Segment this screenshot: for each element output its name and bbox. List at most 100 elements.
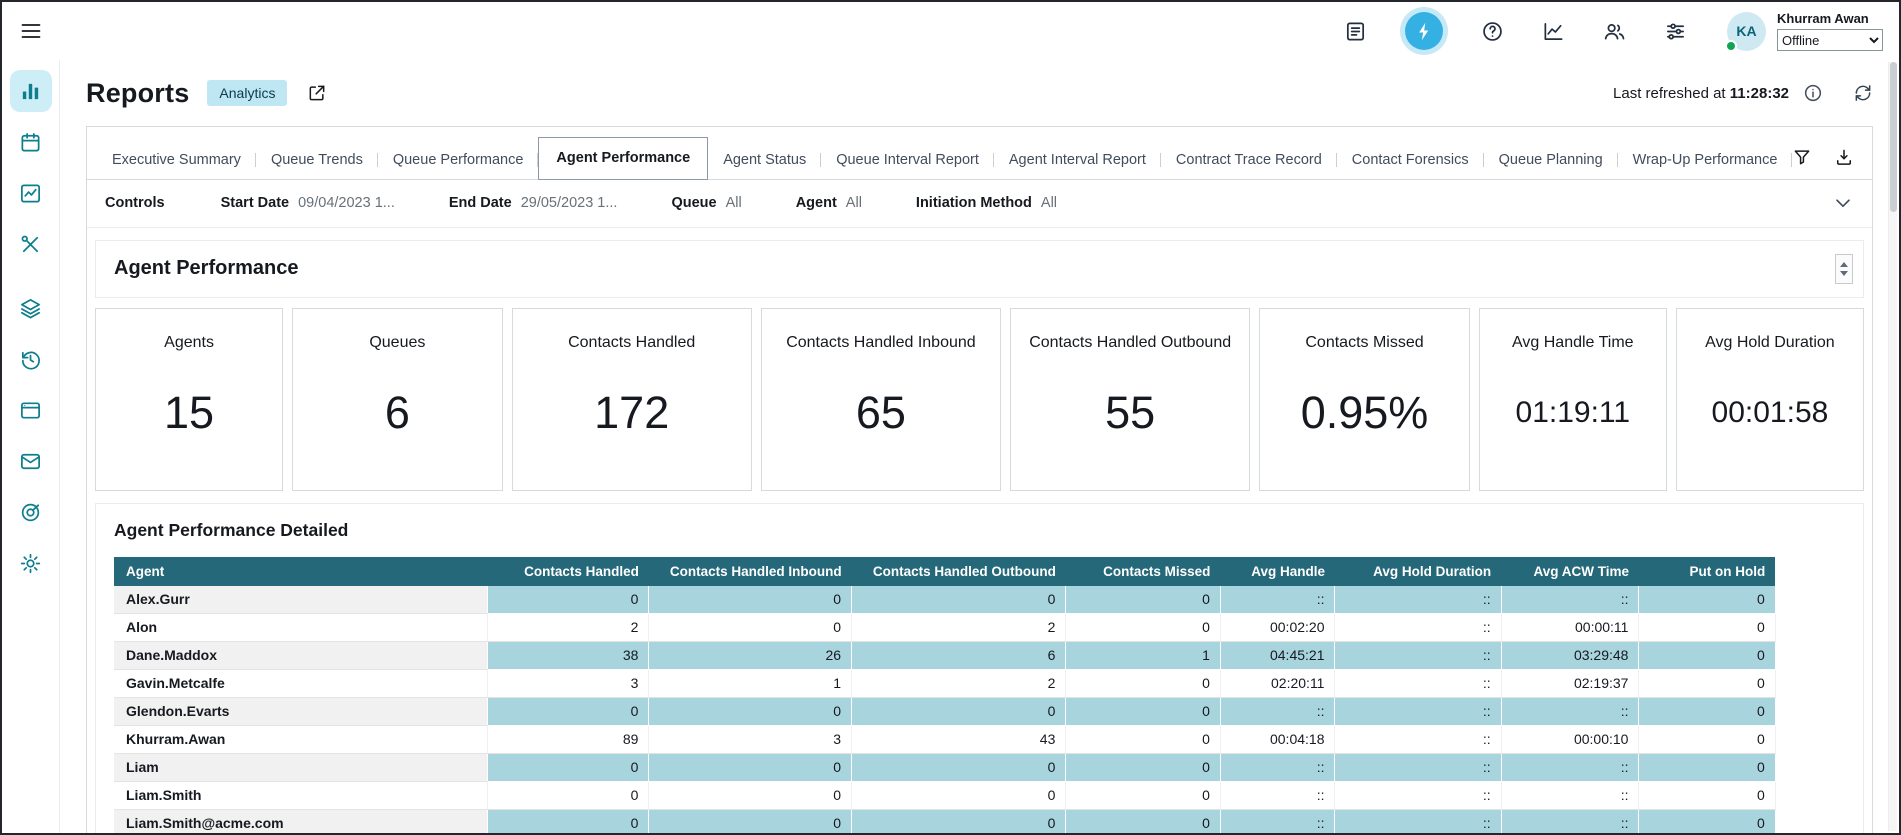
stepper-down-icon[interactable] xyxy=(1840,271,1848,276)
value-cell: 02:20:11 xyxy=(1220,669,1335,697)
value-cell: :: xyxy=(1335,669,1501,697)
sidebar-item-history[interactable] xyxy=(10,338,52,380)
value-cell: 0 xyxy=(488,697,649,725)
stepper-up-icon[interactable] xyxy=(1840,262,1848,267)
tab-queue-planning[interactable]: Queue Planning xyxy=(1484,142,1618,179)
agent-name-cell: Glendon.Evarts xyxy=(114,697,488,725)
info-icon[interactable] xyxy=(1803,83,1823,103)
kpi-card-contacts-missed: Contacts Missed0.95% xyxy=(1259,308,1469,491)
col-header-avg-handle[interactable]: Avg Handle xyxy=(1220,557,1335,586)
value-cell: 0 xyxy=(852,697,1066,725)
scrollbar-thumb[interactable] xyxy=(1890,62,1897,212)
value-cell: :: xyxy=(1220,586,1335,614)
tasklist-icon[interactable] xyxy=(1344,20,1367,43)
filter-agent[interactable]: AgentAll xyxy=(796,195,862,211)
agent-name-cell: Liam xyxy=(114,753,488,781)
filter-initiation-method[interactable]: Initiation MethodAll xyxy=(916,195,1057,211)
hamburger-menu-icon[interactable] xyxy=(16,16,46,46)
value-cell: :: xyxy=(1220,697,1335,725)
kpi-value: 55 xyxy=(1105,352,1155,490)
col-header-avg-acw-time[interactable]: Avg ACW Time xyxy=(1501,557,1639,586)
value-cell: 2 xyxy=(852,669,1066,697)
filter-label: Start Date xyxy=(221,195,290,211)
value-cell: 02:19:37 xyxy=(1501,669,1639,697)
col-header-avg-hold-duration[interactable]: Avg Hold Duration xyxy=(1335,557,1501,586)
value-cell: :: xyxy=(1335,753,1501,781)
value-cell: 0 xyxy=(1639,586,1775,614)
tab-agent-interval-report[interactable]: Agent Interval Report xyxy=(994,142,1161,179)
sidebar-item-bar-chart[interactable] xyxy=(10,70,52,112)
sidebar-item-mail[interactable] xyxy=(10,440,52,482)
tab-wrap-up-performance[interactable]: Wrap-Up Performance xyxy=(1618,142,1793,179)
kpi-label: Contacts Handled xyxy=(568,334,695,352)
topbar-right: KA Khurram Awan Offline xyxy=(1344,11,1883,51)
chevron-down-icon[interactable] xyxy=(1832,192,1854,214)
sidebar-item-layers[interactable] xyxy=(10,287,52,329)
sidebar-item-doughnut-chart[interactable] xyxy=(10,491,52,533)
external-link-icon[interactable] xyxy=(307,83,327,103)
filter-icon[interactable] xyxy=(1792,147,1812,167)
sidebar-item-gear[interactable] xyxy=(10,542,52,584)
kpi-value: 0.95% xyxy=(1301,352,1429,490)
col-header-contacts-missed[interactable]: Contacts Missed xyxy=(1066,557,1220,586)
col-header-contacts-handled[interactable]: Contacts Handled xyxy=(488,557,649,586)
col-header-contacts-handled-inbound[interactable]: Contacts Handled Inbound xyxy=(649,557,852,586)
agent-name-cell: Alon xyxy=(114,613,488,641)
value-cell: 0 xyxy=(1066,753,1220,781)
tab-queue-trends[interactable]: Queue Trends xyxy=(256,142,378,179)
tab-agent-performance[interactable]: Agent Performance xyxy=(538,137,708,180)
kpi-row: Agents15Queues6Contacts Handled172Contac… xyxy=(95,308,1864,491)
last-refreshed-text: Last refreshed at 11:28:32 xyxy=(1613,85,1789,102)
panel-actions xyxy=(1792,147,1864,179)
users-icon[interactable] xyxy=(1603,20,1626,43)
vertical-scrollbar[interactable] xyxy=(1888,62,1897,831)
value-cell: :: xyxy=(1501,586,1639,614)
download-icon[interactable] xyxy=(1834,147,1854,167)
section-scroll-stepper[interactable] xyxy=(1835,254,1853,284)
tab-executive-summary[interactable]: Executive Summary xyxy=(97,142,256,179)
kpi-card-contacts-handled-outbound: Contacts Handled Outbound55 xyxy=(1010,308,1250,491)
sidebar-item-line-chart[interactable] xyxy=(10,172,52,214)
value-cell: 6 xyxy=(852,641,1066,669)
table-row: Gavin.Metcalfe312002:20:11::02:19:370 xyxy=(114,669,1775,697)
filter-label: Queue xyxy=(671,195,716,211)
sliders-icon[interactable] xyxy=(1664,20,1687,43)
filter-queue[interactable]: QueueAll xyxy=(671,195,741,211)
tab-agent-status[interactable]: Agent Status xyxy=(708,142,821,179)
help-icon[interactable] xyxy=(1481,20,1504,43)
agent-name-cell: Liam.Smith xyxy=(114,781,488,809)
status-select[interactable]: Offline xyxy=(1777,29,1883,51)
user-meta: Khurram Awan Offline xyxy=(1777,11,1883,51)
trend-chart-icon[interactable] xyxy=(1542,20,1565,43)
sidebar-item-window[interactable] xyxy=(10,389,52,431)
col-header-agent[interactable]: Agent xyxy=(114,557,488,586)
topbar-icon-row xyxy=(1344,12,1687,50)
col-header-put-on-hold[interactable]: Put on Hold xyxy=(1639,557,1775,586)
sidebar-item-tools[interactable] xyxy=(10,223,52,265)
value-cell: 0 xyxy=(488,753,649,781)
value-cell: 0 xyxy=(1066,725,1220,753)
head-right: Last refreshed at 11:28:32 xyxy=(1613,83,1873,103)
col-header-contacts-handled-outbound[interactable]: Contacts Handled Outbound xyxy=(852,557,1066,586)
refresh-icon[interactable] xyxy=(1853,83,1873,103)
tab-queue-interval-report[interactable]: Queue Interval Report xyxy=(821,142,994,179)
tab-queue-performance[interactable]: Queue Performance xyxy=(378,142,539,179)
value-cell: :: xyxy=(1220,781,1335,809)
tab-contact-forensics[interactable]: Contact Forensics xyxy=(1337,142,1484,179)
kpi-card-contacts-handled-inbound: Contacts Handled Inbound65 xyxy=(761,308,1001,491)
lightning-icon[interactable] xyxy=(1405,12,1443,50)
value-cell: 0 xyxy=(1066,669,1220,697)
kpi-card-avg-hold-duration: Avg Hold Duration00:01:58 xyxy=(1676,308,1864,491)
filter-end-date[interactable]: End Date29/05/2023 1... xyxy=(449,195,618,211)
tab-contract-trace-record[interactable]: Contract Trace Record xyxy=(1161,142,1337,179)
value-cell: 0 xyxy=(1639,669,1775,697)
agent-name-cell: Alex.Gurr xyxy=(114,586,488,614)
avatar[interactable]: KA xyxy=(1727,12,1766,51)
agent-name-cell: Liam.Smith@acme.com xyxy=(114,809,488,835)
sidebar-item-calendar[interactable] xyxy=(10,121,52,163)
value-cell: :: xyxy=(1335,725,1501,753)
tabs-bar: Executive SummaryQueue TrendsQueue Perfo… xyxy=(87,127,1872,180)
detail-table: AgentContacts HandledContacts Handled In… xyxy=(114,557,1776,835)
filter-start-date[interactable]: Start Date09/04/2023 1... xyxy=(221,195,395,211)
kpi-value: 01:19:11 xyxy=(1516,352,1631,490)
